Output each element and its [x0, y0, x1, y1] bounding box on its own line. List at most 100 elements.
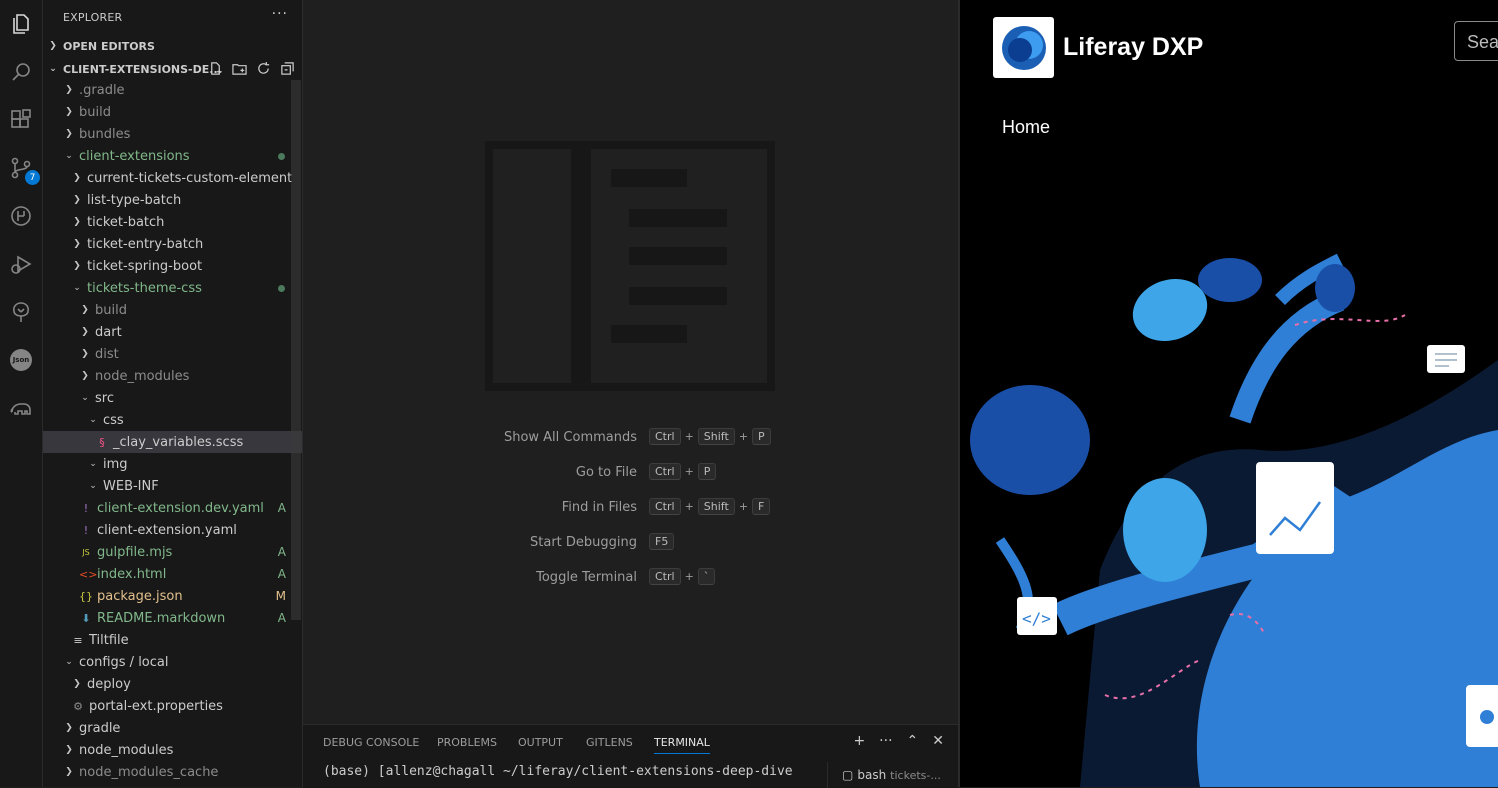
text-file-icon: ≡ [73, 633, 83, 647]
panel-tab[interactable]: DEBUG CONSOLE [323, 736, 419, 749]
terminal-output[interactable]: (base) [allenz@chagall ~/liferay/client-… [323, 764, 793, 779]
refresh-icon[interactable] [256, 61, 272, 77]
tree-folder[interactable]: ❯ node_modules [43, 739, 302, 761]
terminal-cwd: tickets-... [890, 768, 941, 782]
tree-folder[interactable]: ❯ ticket-entry-batch [43, 233, 302, 255]
tree-folder[interactable]: ❯ dart [43, 321, 302, 343]
search-icon[interactable] [5, 56, 37, 88]
liferay-logo[interactable] [993, 17, 1054, 78]
terminal-instance[interactable]: ▢ bash tickets-... [827, 762, 958, 788]
key-separator: + [684, 430, 694, 443]
chevron-down-icon: ⌄ [65, 151, 73, 161]
maximize-panel-icon[interactable]: ⌃ [907, 733, 919, 749]
svg-text:</>: </> [1022, 609, 1051, 628]
keycap: Shift [697, 498, 735, 515]
files-icon[interactable] [5, 8, 37, 40]
workspace-section[interactable]: ⌄ CLIENT-EXTENSIONS-DE... [43, 58, 302, 80]
collapse-all-icon[interactable] [280, 61, 296, 77]
add-terminal-icon[interactable]: + [853, 733, 865, 749]
panel-tab[interactable]: GITLENS [586, 736, 633, 749]
panel-tab[interactable]: PROBLEMS [437, 736, 497, 749]
tree-file[interactable]: <> index.html A [43, 563, 302, 585]
tree-icon[interactable] [5, 296, 37, 328]
chevron-right-icon: ❯ [73, 217, 81, 227]
open-editors-section[interactable]: ❯ OPEN EDITORS [43, 35, 302, 57]
debug-icon[interactable] [5, 248, 37, 280]
tree-file[interactable]: ⚙ portal-ext.properties [43, 695, 302, 717]
tree-folder[interactable]: ❯ node_modules_cache [43, 761, 302, 783]
tree-folder[interactable]: ⌄ configs / local [43, 651, 302, 673]
keycap: ` [697, 568, 716, 585]
tree-folder[interactable]: ❯ deploy [43, 673, 302, 695]
tree-file[interactable]: § _clay_variables.scss [43, 431, 302, 453]
tree-item-label: .gradle [79, 82, 125, 98]
elephant-icon[interactable] [5, 392, 37, 424]
git-status-badge: A [277, 501, 286, 515]
shortcut-row[interactable]: Toggle Terminal Ctrl + ` [303, 566, 958, 601]
tree-folder[interactable]: ❯ current-tickets-custom-element [43, 167, 302, 189]
tree-item-label: package.json [97, 588, 183, 604]
tree-file[interactable]: ! client-extension.dev.yaml A [43, 497, 302, 519]
terminal-icon: ▢ [842, 768, 854, 782]
tree-folder[interactable]: ⌄ css [43, 409, 302, 431]
tree-folder[interactable]: ⌄ src [43, 387, 302, 409]
tree-folder[interactable]: ⌄ client-extensions [43, 145, 302, 167]
tree-item-label: node_modules_cache [79, 764, 219, 780]
tree-item-label: dist [95, 346, 119, 362]
tree-item-label: dart [95, 324, 122, 340]
tree-folder[interactable]: ⌄ img [43, 453, 302, 475]
run-icon[interactable] [5, 200, 37, 232]
tree-item-label: portal-ext.properties [89, 698, 223, 714]
more-actions-icon[interactable]: ··· [272, 6, 288, 22]
tree-file[interactable]: ⬇ README.markdown A [43, 607, 302, 629]
shortcut-keys: F5 [649, 533, 675, 550]
new-folder-icon[interactable] [232, 61, 248, 77]
site-title[interactable]: Liferay DXP [1063, 33, 1203, 62]
modified-dot [278, 284, 285, 292]
js-file-icon: JS [82, 547, 90, 557]
extensions-icon[interactable] [5, 104, 37, 136]
shortcut-row[interactable]: Find in Files Ctrl + Shift + F [303, 496, 958, 531]
tree-item-label: client-extension.dev.yaml [97, 500, 264, 516]
workspace-label: CLIENT-EXTENSIONS-DE... [63, 62, 222, 76]
scss-file-icon: § [99, 435, 105, 449]
shortcut-row[interactable]: Start Debugging F5 [303, 531, 958, 566]
chevron-right-icon: ❯ [73, 261, 81, 271]
tree-file[interactable]: ! client-extension.yaml [43, 519, 302, 541]
json-icon[interactable]: Json [5, 344, 37, 376]
tree-folder[interactable]: ❯ dist [43, 343, 302, 365]
more-actions-icon[interactable]: ··· [879, 733, 892, 749]
tree-folder[interactable]: ❯ build [43, 299, 302, 321]
tree-item-label: src [95, 390, 114, 406]
shortcut-row[interactable]: Show All Commands Ctrl + Shift + P [303, 426, 958, 461]
tree-folder[interactable]: ❯ .gradle [43, 79, 302, 101]
shortcut-keys: Ctrl + P [649, 463, 717, 480]
panel-tab[interactable]: OUTPUT [518, 736, 563, 749]
tree-folder[interactable]: ❯ ticket-batch [43, 211, 302, 233]
tree-file[interactable]: JS gulpfile.mjs A [43, 541, 302, 563]
tree-folder[interactable]: ❯ gradle [43, 717, 302, 739]
key-separator: + [738, 500, 749, 513]
vscode-watermark [485, 141, 775, 391]
tree-folder[interactable]: ❯ bundles [43, 123, 302, 145]
source-control-icon[interactable]: 7 [5, 152, 40, 185]
bottom-panel: DEBUG CONSOLE PROBLEMS OUTPUT GITLENS TERMIN… [303, 724, 958, 788]
tree-file[interactable]: ≡ Tiltfile [43, 629, 302, 651]
tree-item-label: ticket-entry-batch [87, 236, 204, 252]
new-file-icon[interactable] [208, 61, 224, 77]
settings-file-icon: ⚙ [73, 699, 83, 713]
tree-folder[interactable]: ⌄ WEB-INF [43, 475, 302, 497]
nav-home-link[interactable]: Home [1002, 117, 1050, 138]
tree-file[interactable]: {} package.json M [43, 585, 302, 607]
panel-tab[interactable]: TERMINAL [654, 736, 710, 754]
close-panel-icon[interactable]: ✕ [932, 733, 944, 749]
sidebar-scrollbar[interactable] [291, 80, 301, 620]
tree-folder[interactable]: ❯ build [43, 101, 302, 123]
tree-folder[interactable]: ❯ list-type-batch [43, 189, 302, 211]
site-search-input[interactable]: Sea [1454, 21, 1498, 61]
yaml-file-icon: ! [83, 523, 89, 537]
tree-folder[interactable]: ⌄ tickets-theme-css [43, 277, 302, 299]
tree-folder[interactable]: ❯ ticket-spring-boot [43, 255, 302, 277]
shortcut-row[interactable]: Go to File Ctrl + P [303, 461, 958, 496]
tree-folder[interactable]: ❯ node_modules [43, 365, 302, 387]
